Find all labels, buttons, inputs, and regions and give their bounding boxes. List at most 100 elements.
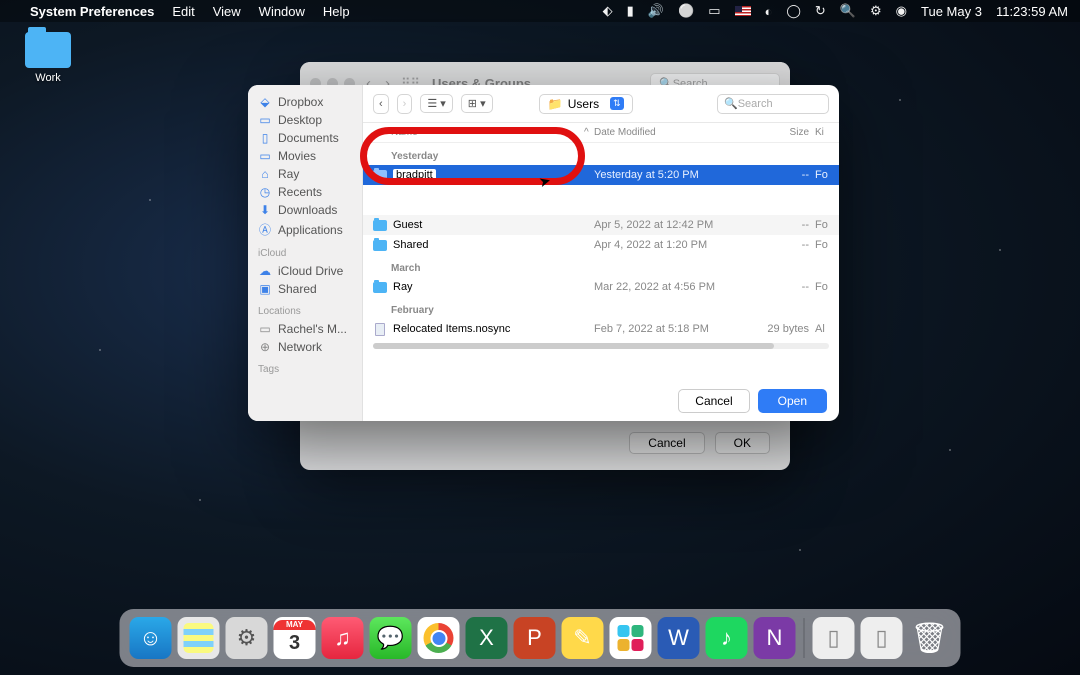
siri-icon[interactable]: ◉ [896,3,907,19]
sidebar-item-desktop[interactable]: ▭Desktop [254,111,356,129]
cloud-icon: ☁ [258,264,272,278]
file-name: Relocated Items.nosync [393,323,510,335]
folder-icon [373,240,387,251]
folder-icon: 📁 [548,97,563,111]
menu-window[interactable]: Window [259,4,305,19]
dock-onenote[interactable]: N [754,617,796,659]
sidebar-section-tags: Tags [258,364,352,375]
sidebar-item-downloads[interactable]: ⬇Downloads [254,201,356,219]
dock-recent-doc[interactable]: ▯ [861,617,903,659]
file-row[interactable]: GuestApr 5, 2022 at 12:42 PM--Fo [363,215,839,235]
file-kind: Fo [809,239,829,251]
finder-sidebar: ⬙Dropbox ▭Desktop ▯Documents ▭Movies ⌂Ra… [248,85,363,421]
file-kind: Fo [809,219,829,231]
view-list-button[interactable]: ☰ ▾ [420,94,452,113]
dock: ☺ ⚙ MAY3 ♫ 💬 X P ✎ W ♪ N ▯ ▯ 🗑 [120,609,961,667]
section-label: March [363,255,839,277]
dropbox-icon: ⬙ [258,95,272,109]
file-list: Name ^ Date Modified Size Ki Yesterdaybr… [363,123,839,381]
applications-icon: Ⓐ [258,221,272,238]
menubar-date[interactable]: Tue May 3 [921,4,982,19]
sidebar-item-applications[interactable]: ⒶApplications [254,219,356,240]
horizontal-scrollbar[interactable] [373,343,829,349]
dock-slack[interactable] [610,617,652,659]
input-source-icon[interactable] [735,6,751,16]
sidebar-item-dropbox[interactable]: ⬙Dropbox [254,93,356,111]
sidebar-item-icloud-drive[interactable]: ☁iCloud Drive [254,262,356,280]
network-icon: ⊕ [258,340,272,354]
dock-notes[interactable]: ✎ [562,617,604,659]
dropbox-menuextra-icon[interactable]: ⬖ [603,3,613,19]
dock-spotify[interactable]: ♪ [706,617,748,659]
app-menu[interactable]: System Preferences [30,4,154,19]
user-menuextra-icon[interactable]: ◯ [786,3,801,19]
file-size: -- [754,219,809,231]
downloads-icon: ⬇ [258,203,272,217]
file-row[interactable]: RayMar 22, 2022 at 4:56 PM--Fo [363,277,839,297]
control-center-icon[interactable]: ⚙ [870,3,882,19]
volume-menuextra-icon[interactable]: 🔊 [648,3,664,19]
syspref-ok-button[interactable]: OK [715,432,770,454]
desktop-folder-work[interactable]: Work [18,32,78,84]
forward-button[interactable]: › [397,94,413,114]
file-row[interactable]: SharedApr 4, 2022 at 1:20 PM--Fo [363,235,839,255]
spotlight-icon[interactable]: 🔍 [840,3,856,19]
file-size: -- [754,169,809,181]
file-size: -- [754,239,809,251]
bluetooth-menuextra-icon[interactable]: ⚪ [678,3,694,19]
dock-calendar[interactable]: MAY3 [274,617,316,659]
dock-word[interactable]: W [658,617,700,659]
view-group-button[interactable]: ⊞ ▾ [461,94,493,113]
back-button[interactable]: ‹ [373,94,389,114]
sidebar-item-this-mac[interactable]: ▭Rachel's M... [254,320,356,338]
column-name[interactable]: Name [373,127,584,138]
sidebar-item-shared[interactable]: ▣Shared [254,280,356,298]
open-button[interactable]: Open [758,389,827,413]
column-headers[interactable]: Name ^ Date Modified Size Ki [363,123,839,143]
section-label: February [363,297,839,319]
desktop-icon: ▭ [258,113,272,127]
menu-help[interactable]: Help [323,4,350,19]
cancel-button[interactable]: Cancel [678,389,749,413]
dock-excel[interactable]: X [466,617,508,659]
sidebar-item-documents[interactable]: ▯Documents [254,129,356,147]
sidebar-section-icloud: iCloud [258,248,352,259]
sidebar-item-ray[interactable]: ⌂Ray [254,165,356,183]
sidebar-item-recents[interactable]: ◷Recents [254,183,356,201]
dock-recent-doc[interactable]: ▯ [813,617,855,659]
dock-launchpad[interactable] [178,617,220,659]
menu-edit[interactable]: Edit [172,4,194,19]
timemachine-menuextra-icon[interactable]: ↻ [815,3,826,19]
section-label: Yesterday [363,143,839,165]
sidebar-item-network[interactable]: ⊕Network [254,338,356,356]
sidebar-item-movies[interactable]: ▭Movies [254,147,356,165]
battery-menuextra-icon[interactable]: ▮ [627,3,634,19]
dock-finder[interactable]: ☺ [130,617,172,659]
dock-powerpoint[interactable]: P [514,617,556,659]
finder-search[interactable]: 🔍 Search [717,94,829,114]
path-dropdown[interactable]: 📁 Users ⇅ [539,94,633,114]
column-size[interactable]: Size [754,127,809,138]
path-label: Users [568,97,599,111]
file-row[interactable]: Relocated Items.nosyncFeb 7, 2022 at 5:1… [363,319,839,339]
dock-system-preferences[interactable]: ⚙ [226,617,268,659]
menu-view[interactable]: View [213,4,241,19]
syspref-cancel-button[interactable]: Cancel [629,432,704,454]
file-name: Shared [393,239,428,251]
battery-status-icon[interactable]: ▭ [708,3,720,19]
dock-messages[interactable]: 💬 [370,617,412,659]
dock-trash[interactable]: 🗑 [909,617,951,659]
column-date[interactable]: Date Modified [594,127,754,138]
folder-icon [373,170,387,181]
dock-chrome[interactable] [418,617,460,659]
column-kind[interactable]: Ki [809,127,829,138]
file-row[interactable]: bradpittYesterday at 5:20 PM--Fo [363,165,839,185]
chevron-updown-icon: ⇅ [610,97,624,110]
menubar-time[interactable]: 11:23:59 AM [996,4,1068,19]
dock-music[interactable]: ♫ [322,617,364,659]
wifi-menuextra-icon[interactable]: ◐ [765,4,773,19]
file-name[interactable]: bradpitt [393,169,436,181]
file-date: Mar 22, 2022 at 4:56 PM [594,281,754,293]
sidebar-section-locations: Locations [258,306,352,317]
file-name: Guest [393,219,422,231]
